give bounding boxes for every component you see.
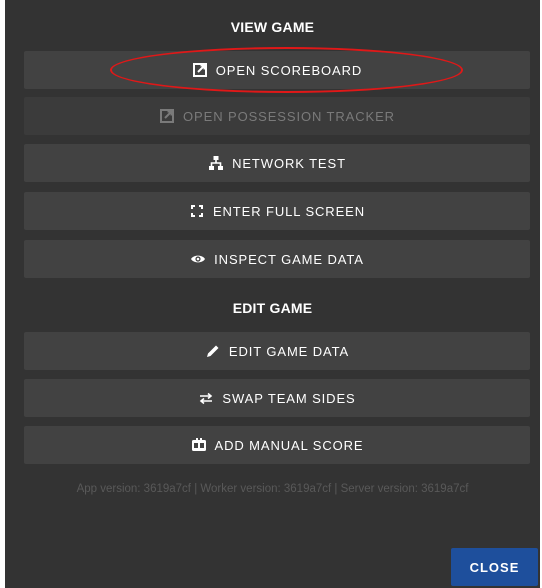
edit-game-heading: EDIT GAME [232, 300, 313, 316]
inspect-game-data-button[interactable]: INSPECT GAME DATA [24, 240, 530, 278]
close-button[interactable]: CLOSE [451, 548, 538, 586]
open-scoreboard-button[interactable]: OPEN SCOREBOARD [24, 51, 530, 89]
network-test-button[interactable]: NETWORK TEST [24, 144, 530, 182]
swap-team-sides-label: SWAP TEAM SIDES [222, 390, 356, 406]
add-manual-score-label: ADD MANUAL SCORE [214, 437, 364, 453]
game-menu-dialog: VIEW GAME OPEN SCOREBOARD OPEN POSSESSIO… [5, 0, 540, 588]
edit-game-data-button[interactable]: EDIT GAME DATA [24, 332, 530, 370]
enter-full-screen-label: ENTER FULL SCREEN [212, 203, 366, 219]
open-possession-tracker-button[interactable]: OPEN POSSESSION TRACKER [24, 97, 530, 135]
swap-arrows-icon [198, 390, 214, 406]
inspect-game-data-label: INSPECT GAME DATA [214, 251, 364, 267]
open-external-icon [192, 62, 208, 78]
network-icon [208, 155, 224, 171]
edit-game-data-label: EDIT GAME DATA [228, 343, 350, 359]
network-test-label: NETWORK TEST [232, 155, 346, 171]
view-game-heading: VIEW GAME [230, 19, 315, 35]
version-info: App version: 3619a7cf | Worker version: … [76, 483, 469, 495]
pencil-icon [205, 343, 221, 359]
open-scoreboard-label: OPEN SCOREBOARD [215, 62, 363, 78]
scoreboard-icon [191, 437, 207, 453]
add-manual-score-button[interactable]: ADD MANUAL SCORE [24, 426, 530, 464]
swap-team-sides-button[interactable]: SWAP TEAM SIDES [24, 379, 530, 417]
fullscreen-icon [189, 203, 205, 219]
open-possession-tracker-label: OPEN POSSESSION TRACKER [183, 108, 395, 124]
enter-full-screen-button[interactable]: ENTER FULL SCREEN [24, 192, 530, 230]
eye-icon [190, 251, 206, 267]
open-external-icon [159, 108, 175, 124]
